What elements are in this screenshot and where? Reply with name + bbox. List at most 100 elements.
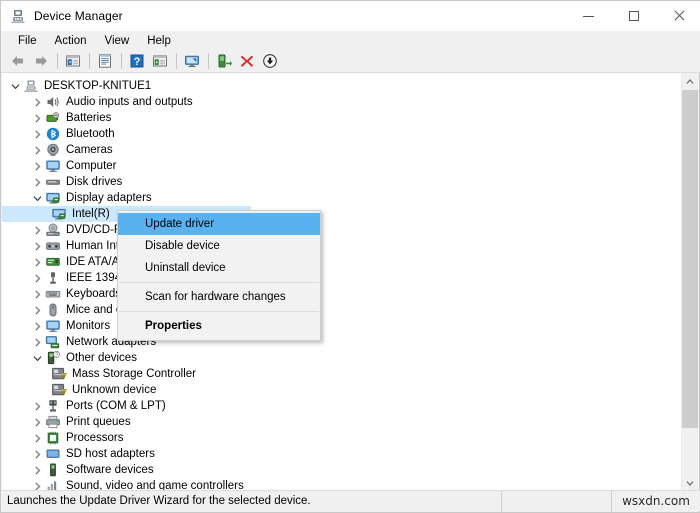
tree-node-keyboards[interactable]: Keyboards: [2, 286, 683, 302]
hid-icon: [45, 238, 61, 254]
tree-node-network-adapters[interactable]: Network adapters: [2, 334, 683, 350]
minimize-button[interactable]: [566, 1, 611, 31]
context-menu-separator-1: [119, 282, 319, 283]
tree-node-human-interface-devices[interactable]: Human Inte: [2, 238, 683, 254]
chevron-right-icon[interactable]: [29, 238, 45, 254]
sd-adapter-icon: [45, 446, 61, 462]
chevron-right-icon[interactable]: [29, 158, 45, 174]
scroll-up-button[interactable]: [682, 73, 698, 90]
ide-controller-icon: [45, 254, 61, 270]
context-menu-item-scan-for-hardware-changes[interactable]: Scan for hardware changes: [118, 286, 320, 308]
chevron-right-icon[interactable]: [29, 174, 45, 190]
menu-action[interactable]: Action: [46, 33, 96, 49]
caption-button-group: [566, 1, 700, 31]
menu-help[interactable]: Help: [138, 33, 180, 49]
chevron-right-icon[interactable]: [29, 462, 45, 478]
chevron-right-icon[interactable]: [29, 318, 45, 334]
vertical-scrollbar[interactable]: [681, 73, 698, 491]
tree-node-cameras[interactable]: Cameras: [2, 142, 683, 158]
chevron-right-icon[interactable]: [29, 110, 45, 126]
chevron-right-icon[interactable]: [29, 398, 45, 414]
properties-button[interactable]: [94, 51, 116, 71]
tree-node-disk-drives[interactable]: Disk drives: [2, 174, 683, 190]
chevron-right-icon[interactable]: [29, 302, 45, 318]
red-x-icon: [240, 55, 254, 67]
tree-node-computer[interactable]: Computer: [2, 158, 683, 174]
help-button[interactable]: ?: [126, 51, 148, 71]
printer-icon: [45, 414, 61, 430]
tree-node-unknown-device[interactable]: Unknown device: [2, 382, 683, 398]
scrollbar-thumb[interactable]: [682, 90, 698, 428]
chevron-down-icon[interactable]: [29, 350, 45, 366]
tree-node-other-devices[interactable]: ? Other devices: [2, 350, 683, 366]
dvd-drive-icon: [45, 222, 61, 238]
chevron-right-icon[interactable]: [29, 270, 45, 286]
add-legacy-hardware-button[interactable]: [213, 51, 235, 71]
tree-node-display-adapters[interactable]: Display adapters: [2, 190, 683, 206]
tree-node-ide-ata-atapi-controllers[interactable]: IDE ATA/AT: [2, 254, 683, 270]
title-bar: Device Manager: [1, 1, 700, 31]
forward-button[interactable]: [30, 51, 52, 71]
display-adapter-icon: [51, 206, 67, 222]
tree-node-print-queues[interactable]: Print queues: [2, 414, 683, 430]
show-hide-console-tree-button[interactable]: [62, 51, 84, 71]
chevron-right-icon[interactable]: [29, 286, 45, 302]
computer-root-icon: [23, 78, 39, 94]
chevron-right-icon[interactable]: [29, 254, 45, 270]
tree-node-processors[interactable]: Processors: [2, 430, 683, 446]
chevron-right-icon[interactable]: [29, 430, 45, 446]
tree-node-mass-storage-controller[interactable]: Mass Storage Controller: [2, 366, 683, 382]
tree-node-label: Disk drives: [66, 176, 123, 188]
mouse-icon: [45, 302, 61, 318]
maximize-button[interactable]: [611, 1, 656, 31]
tree-node-sd-host-adapters[interactable]: SD host adapters: [2, 446, 683, 462]
menu-view[interactable]: View: [96, 33, 139, 49]
minimize-icon: [583, 15, 594, 17]
back-arrow-icon: [12, 56, 23, 66]
tree-node-ieee-1394-host-controllers[interactable]: IEEE 1394 h: [2, 270, 683, 286]
tree-node-label: Cameras: [66, 144, 113, 156]
context-menu-item-properties[interactable]: Properties: [118, 315, 320, 337]
tree-node-software-devices[interactable]: Software devices: [2, 462, 683, 478]
chevron-right-icon[interactable]: [29, 334, 45, 350]
show-hide-action-pane-button[interactable]: [149, 51, 171, 71]
scan-for-hardware-changes-button[interactable]: [181, 51, 203, 71]
uninstall-device-button[interactable]: [236, 51, 258, 71]
tree-node-mice-and-other-pointing-devices[interactable]: Mice and ot: [2, 302, 683, 318]
tree-node-desktop-knitue1[interactable]: DESKTOP-KNITUE1: [2, 78, 683, 94]
chevron-right-icon[interactable]: [29, 94, 45, 110]
tree-node-dvd-cd-rom-drives[interactable]: DVD/CD-RO: [2, 222, 683, 238]
forward-arrow-icon: [36, 56, 47, 66]
maximize-icon: [628, 11, 639, 21]
tree-node-label: Bluetooth: [66, 128, 115, 140]
battery-icon: [45, 110, 61, 126]
context-menu-item-update-driver[interactable]: Update driver: [118, 213, 320, 235]
chevron-right-icon[interactable]: [29, 446, 45, 462]
tree-node-batteries[interactable]: Batteries: [2, 110, 683, 126]
watermark: wsxdn.com: [622, 493, 690, 508]
device-tree-pane[interactable]: DESKTOP-KNITUE1 Audio inputs and outputs: [2, 73, 684, 491]
chevron-right-icon[interactable]: [29, 142, 45, 158]
tree-node-label: Intel(R): [72, 208, 110, 220]
tree-node-label: Keyboards: [66, 288, 121, 300]
chevron-right-icon[interactable]: [29, 414, 45, 430]
menu-file[interactable]: File: [9, 33, 46, 49]
window-title: Device Manager: [34, 9, 123, 23]
back-button[interactable]: [7, 51, 29, 71]
tree-node-monitors[interactable]: Monitors: [2, 318, 683, 334]
tree-node-label: Audio inputs and outputs: [66, 96, 193, 108]
scroll-down-button[interactable]: [682, 474, 698, 491]
tree-node-label: Other devices: [66, 352, 137, 364]
update-driver-button[interactable]: [259, 51, 281, 71]
toolbar-separator-3: [121, 53, 122, 69]
tree-node-audio-inputs-and-outputs[interactable]: Audio inputs and outputs: [2, 94, 683, 110]
context-menu-item-disable-device[interactable]: Disable device: [118, 235, 320, 257]
chevron-right-icon[interactable]: [29, 222, 45, 238]
tree-node-ports-com-and-lpt[interactable]: Ports (COM & LPT): [2, 398, 683, 414]
chevron-down-icon[interactable]: [29, 190, 45, 206]
tree-node-bluetooth[interactable]: Bluetooth: [2, 126, 683, 142]
chevron-down-icon[interactable]: [7, 78, 23, 94]
context-menu-item-uninstall-device[interactable]: Uninstall device: [118, 257, 320, 279]
close-button[interactable]: [656, 1, 700, 31]
chevron-right-icon[interactable]: [29, 126, 45, 142]
